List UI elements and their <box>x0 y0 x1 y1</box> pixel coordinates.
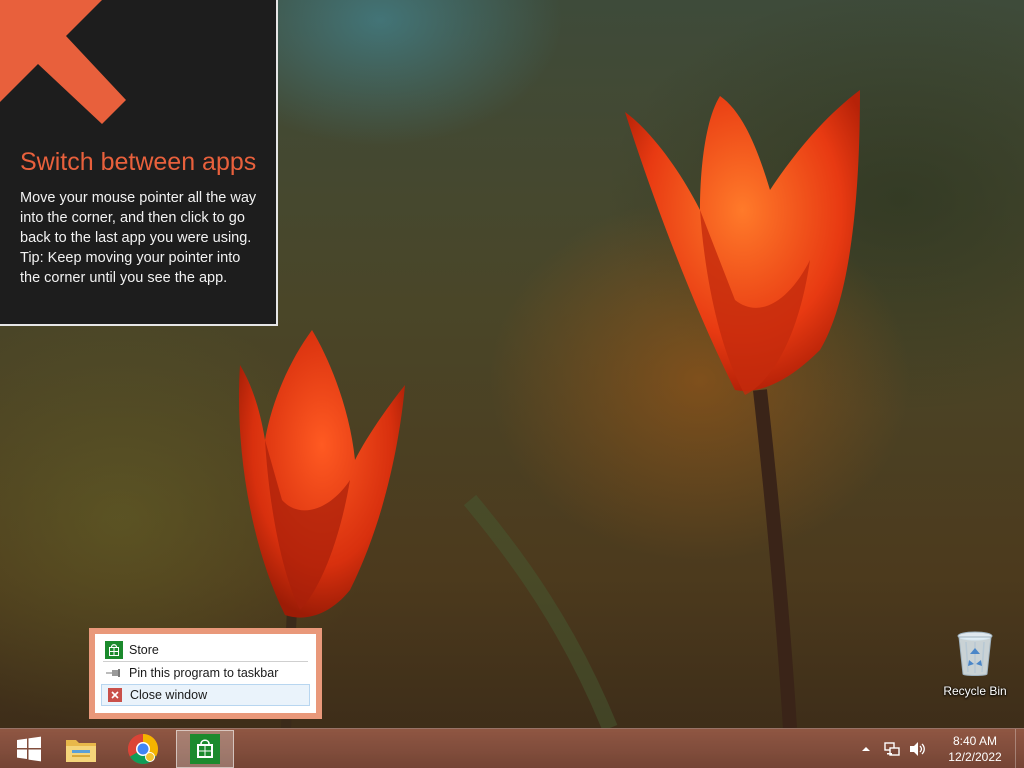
recycle-bin-label: Recycle Bin <box>943 684 1007 698</box>
taskbar-chrome[interactable] <box>114 730 172 768</box>
recycle-bin-icon <box>957 631 993 676</box>
jump-list-item-close-window[interactable]: Close window <box>101 684 310 706</box>
jump-list-item-store[interactable]: Store <box>101 639 310 661</box>
speaker-icon <box>910 742 925 756</box>
tip-panel: Switch between apps Move your mouse poin… <box>0 0 278 326</box>
jump-list-body: Store Pin this program to taskbar Close … <box>95 634 316 713</box>
tip-body-text: Move your mouse pointer all the way into… <box>20 190 257 246</box>
corner-arrow-icon <box>0 0 126 124</box>
recycle-bin-shortcut[interactable]: Recycle Bin <box>938 630 1012 698</box>
jump-list-item-label: Close window <box>130 688 208 702</box>
tip-body-hint: Tip: Keep moving your pointer into the c… <box>20 250 241 286</box>
show-hidden-icons-button[interactable] <box>855 738 877 760</box>
network-icon <box>884 742 900 756</box>
chrome-icon <box>127 734 159 765</box>
folder-icon <box>66 740 96 762</box>
clock-date: 12/2/2022 <box>948 750 1002 764</box>
windows-logo-icon <box>17 736 41 762</box>
clock[interactable]: 8:40 AM 12/2/2022 <box>939 733 1011 765</box>
desktop[interactable]: Switch between apps Move your mouse poin… <box>0 0 1024 768</box>
start-button[interactable] <box>0 730 58 768</box>
close-icon <box>106 686 124 704</box>
taskbar-jump-list: Store Pin this program to taskbar Close … <box>89 628 322 719</box>
chevron-up-icon <box>862 747 870 751</box>
volume-button[interactable] <box>907 738 929 760</box>
store-icon <box>190 734 220 764</box>
system-tray: 8:40 AM 12/2/2022 <box>855 729 1024 768</box>
network-status-button[interactable] <box>881 738 903 760</box>
taskbar: 8:40 AM 12/2/2022 <box>0 728 1024 768</box>
pin-icon <box>105 664 123 682</box>
taskbar-file-explorer[interactable] <box>52 730 110 768</box>
tip-body: Move your mouse pointer all the way into… <box>20 188 260 288</box>
tip-title: Switch between apps <box>20 148 257 176</box>
clock-time: 8:40 AM <box>952 734 998 748</box>
jump-list-item-pin[interactable]: Pin this program to taskbar <box>101 662 310 684</box>
store-icon <box>105 641 123 659</box>
taskbar-store[interactable] <box>176 730 234 768</box>
jump-list-item-label: Store <box>129 643 159 657</box>
jump-list-item-label: Pin this program to taskbar <box>129 666 279 680</box>
show-desktop-button[interactable] <box>1015 729 1024 768</box>
